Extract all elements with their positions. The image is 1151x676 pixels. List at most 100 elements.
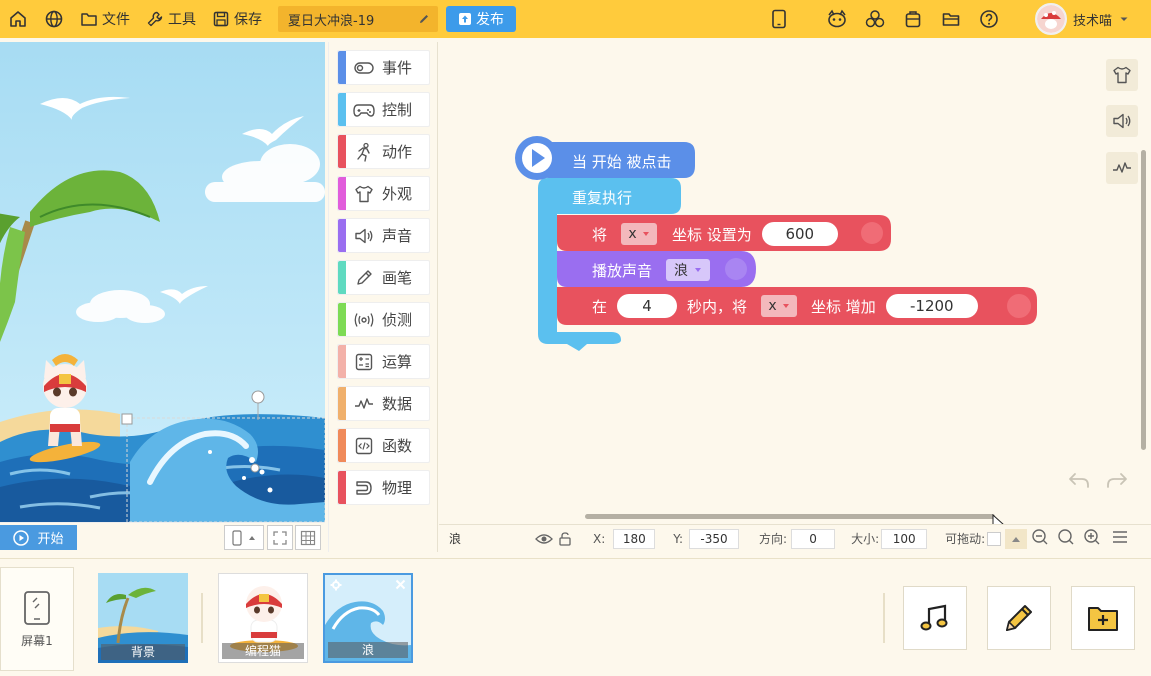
category-looks[interactable]: 外观 xyxy=(337,176,430,211)
add-sound-button[interactable] xyxy=(903,586,967,650)
eye-icon[interactable] xyxy=(535,532,553,546)
category-label: 事件 xyxy=(382,59,413,77)
direction-input[interactable]: 0 xyxy=(791,528,836,549)
start-label: 开始 xyxy=(37,532,64,547)
play-icon xyxy=(13,529,30,546)
sprite-thumb-wave[interactable]: 浪 xyxy=(323,573,413,663)
publish-label: 发布 xyxy=(476,12,504,28)
file-menu[interactable]: 文件 xyxy=(72,0,138,38)
project-title-field[interactable]: 夏日大冲浪-19 xyxy=(278,6,438,32)
category-functions[interactable]: 函数 xyxy=(337,428,430,463)
category-events[interactable]: 事件 xyxy=(337,50,430,85)
axis-dropdown[interactable]: x xyxy=(621,223,658,245)
hexagon-cluster-icon[interactable] xyxy=(856,0,894,38)
x-position-input[interactable]: 180 xyxy=(613,528,656,549)
tools-menu[interactable]: 工具 xyxy=(138,0,204,38)
category-control[interactable]: 控制 xyxy=(337,92,430,127)
zoom-in-icon[interactable] xyxy=(1083,528,1101,549)
file-menu-label: 文件 xyxy=(102,12,130,28)
zoom-out-icon[interactable] xyxy=(1031,528,1049,549)
zoom-reset-icon[interactable] xyxy=(1057,528,1075,549)
chevron-down-icon xyxy=(1120,17,1128,21)
fullscreen-icon[interactable] xyxy=(267,525,293,550)
caret-up-icon[interactable] xyxy=(1005,528,1028,549)
set-x-block[interactable]: 将 x 坐标 设置为 600 xyxy=(592,221,838,247)
category-color-bar xyxy=(338,93,346,126)
category-motion[interactable]: 动作 xyxy=(337,134,430,169)
x-label: X: xyxy=(593,531,606,546)
add-from-folder-button[interactable] xyxy=(1071,586,1135,650)
device-select[interactable] xyxy=(224,525,264,550)
project-title: 夏日大冲浪-19 xyxy=(288,13,375,29)
category-pen[interactable]: 画笔 xyxy=(337,260,430,295)
glide-change-x-block[interactable]: 在 4 秒内，将 x 坐标 增加 -1200 xyxy=(592,293,978,319)
publish-button[interactable]: 发布 xyxy=(446,6,516,32)
help-icon[interactable] xyxy=(970,0,1008,38)
grid-icon[interactable] xyxy=(295,525,321,550)
seconds-input[interactable]: 4 xyxy=(617,294,678,318)
undo-icon[interactable] xyxy=(1067,470,1093,492)
play-sound-block[interactable]: 播放声音 浪 xyxy=(592,257,711,283)
start-button[interactable]: 开始 xyxy=(0,525,77,550)
glide-post-label: 坐标 增加 xyxy=(811,297,876,316)
axis-dropdown[interactable]: x xyxy=(761,295,798,317)
gear-icon[interactable] xyxy=(330,579,342,591)
vertical-scrollbar[interactable] xyxy=(1141,150,1146,450)
pencil-icon xyxy=(420,15,428,23)
avatar xyxy=(1035,3,1067,35)
mascot-icon[interactable] xyxy=(818,0,856,38)
divider xyxy=(883,593,885,643)
when-start-clicked-block[interactable]: 当 开始 被点击 xyxy=(572,150,672,172)
category-operators[interactable]: 运算 xyxy=(337,344,430,379)
radar-icon xyxy=(346,311,382,329)
horizontal-scrollbar[interactable] xyxy=(585,514,995,519)
sprite-thumb-background[interactable]: 背景 xyxy=(98,573,188,663)
sound-dropdown[interactable]: 浪 xyxy=(666,259,711,281)
save-icon xyxy=(213,11,229,27)
costume-shirt-icon[interactable] xyxy=(1106,59,1138,91)
change-value-input[interactable]: -1200 xyxy=(885,294,978,318)
y-label: Y: xyxy=(673,531,684,546)
folder-icon xyxy=(81,13,97,26)
size-label: 大小: xyxy=(851,532,880,546)
category-data[interactable]: 数据 xyxy=(337,386,430,421)
shirt-icon xyxy=(346,185,382,203)
save-button[interactable]: 保存 xyxy=(204,0,270,38)
backpack-icon[interactable] xyxy=(894,0,932,38)
category-label: 数据 xyxy=(382,395,413,413)
script-workspace[interactable]: 当 开始 被点击 重复执行 将 x 坐标 设置为 600 播放声音 浪 在 4 … xyxy=(439,42,1151,534)
x-value-input[interactable]: 600 xyxy=(761,222,838,246)
home-icon[interactable] xyxy=(0,0,36,38)
music-note-icon xyxy=(920,604,948,631)
category-color-bar xyxy=(338,387,346,420)
seconds-value: 4 xyxy=(642,297,652,315)
category-sound[interactable]: 声音 xyxy=(337,218,430,253)
glide-mid-label: 秒内，将 xyxy=(687,297,748,316)
sprite-label: 浪 xyxy=(328,642,408,658)
stage-canvas[interactable] xyxy=(0,42,325,522)
divider xyxy=(201,593,203,643)
magnet-icon xyxy=(346,479,382,497)
draw-sprite-button[interactable] xyxy=(987,586,1051,650)
screen-selector[interactable]: 屏幕1 xyxy=(0,567,74,671)
close-icon[interactable] xyxy=(395,579,406,590)
sound-panel-icon[interactable] xyxy=(1106,105,1138,137)
folder-open-icon[interactable] xyxy=(932,0,970,38)
repeat-forever-block[interactable]: 重复执行 xyxy=(572,186,632,208)
redo-icon[interactable] xyxy=(1105,470,1131,492)
sprite-properties-bar: 浪 X: 180 Y: -350 方向: 0 大小: 100 可拖动: xyxy=(439,524,1151,552)
phone-preview-icon[interactable] xyxy=(760,0,798,38)
user-menu[interactable]: 技术喵 xyxy=(1035,3,1130,35)
category-color-bar xyxy=(338,177,346,210)
category-sensing[interactable]: 侦测 xyxy=(337,302,430,337)
y-position-input[interactable]: -350 xyxy=(689,528,740,549)
sprite-label: 背景 xyxy=(101,644,185,660)
category-physics[interactable]: 物理 xyxy=(337,470,430,505)
size-input[interactable]: 100 xyxy=(881,528,928,549)
menu-icon[interactable] xyxy=(1111,529,1129,548)
globe-icon[interactable] xyxy=(36,0,72,38)
lock-icon[interactable] xyxy=(557,531,573,547)
variable-monitor-icon[interactable] xyxy=(1106,152,1138,184)
draggable-checkbox[interactable] xyxy=(987,531,1002,546)
sprite-thumb-cat[interactable]: 编程猫 xyxy=(218,573,308,663)
